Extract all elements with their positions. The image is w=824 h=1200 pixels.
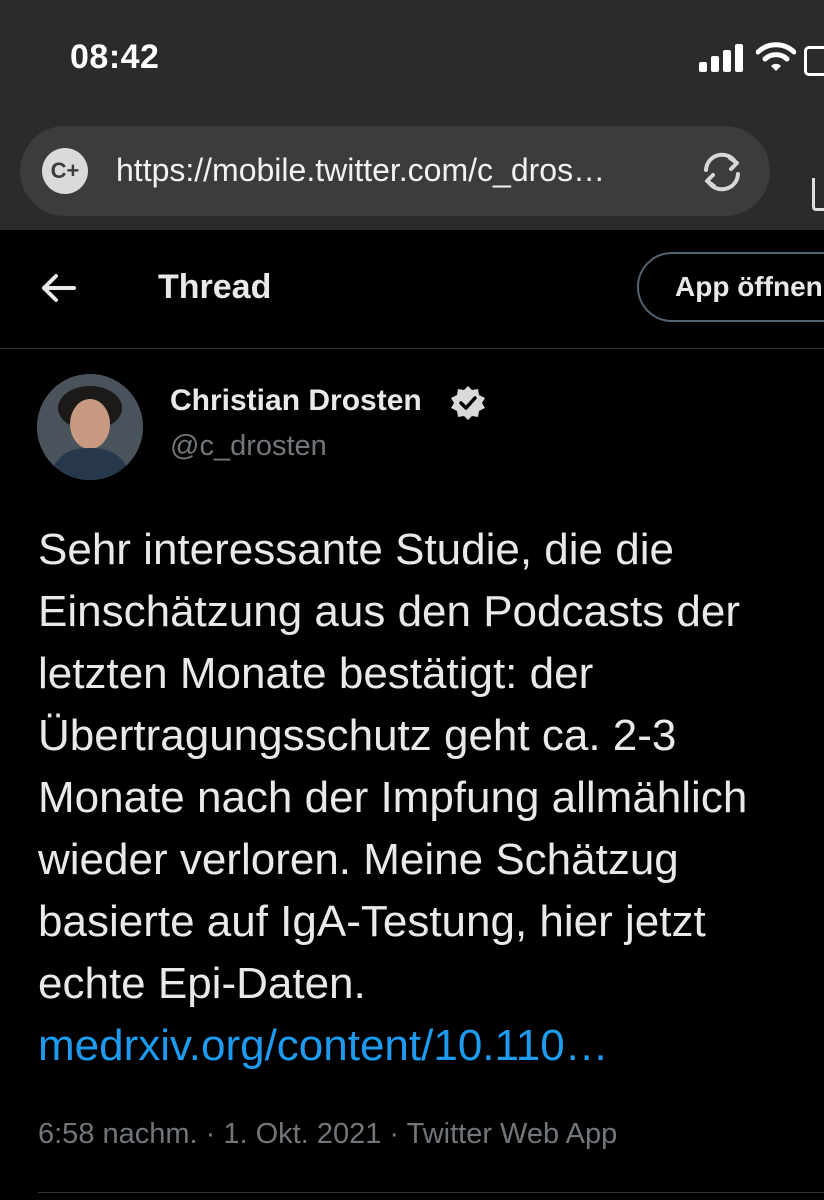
status-time: 08:42 [70, 38, 160, 76]
author-name[interactable]: Christian Drosten [170, 384, 422, 418]
tweet-text-line: basierte auf IgA-Testung, hier jetzt [38, 897, 706, 946]
status-icons [684, 42, 824, 76]
open-app-label: App öffnen [675, 271, 823, 302]
wifi-icon [756, 42, 796, 71]
site-info-icon[interactable]: C+ [42, 148, 88, 194]
reload-icon[interactable] [696, 146, 748, 198]
tweet-text-line: Sehr interessante Studie, die die [38, 525, 674, 574]
address-bar[interactable]: C+ https://mobile.twitter.com/c_dros… [20, 126, 770, 216]
url-text[interactable]: https://mobile.twitter.com/c_dros… [116, 152, 605, 189]
tweet-text-line: Einschätzung aus den Podcasts der [38, 587, 741, 636]
author-handle[interactable]: @c_drosten [170, 430, 327, 463]
status-bar: 08:42 [0, 0, 824, 118]
avatar-image [37, 374, 143, 480]
avatar[interactable] [37, 374, 143, 480]
tweet-text-line: Übertragungsschutz geht ca. 2-3 [38, 711, 677, 760]
thread-header: Thread App öffnen [0, 230, 824, 349]
tweet-timestamp[interactable]: 6:58 nachm. · 1. Okt. 2021 · Twitter Web… [38, 1118, 617, 1151]
verified-badge-icon [451, 386, 485, 420]
browser-toolbar: C+ https://mobile.twitter.com/c_dros… [0, 118, 824, 230]
tweet-text-line: Monate nach der Impfung allmählich [38, 773, 748, 822]
tweet-text-line: letzten Monate bestätigt: der [38, 649, 594, 698]
cellular-signal-icon [699, 42, 749, 72]
tweet-text-line: wieder verloren. Meine Schätzug [38, 835, 679, 884]
divider [38, 1192, 824, 1193]
open-app-button[interactable]: App öffnen [637, 252, 824, 322]
battery-icon [804, 46, 824, 76]
back-arrow-icon[interactable] [40, 272, 76, 304]
page-title: Thread [158, 268, 272, 306]
tweet-link[interactable]: medrxiv.org/content/10.110… [38, 1015, 824, 1077]
tweet-text-line: echte Epi-Daten. [38, 959, 366, 1008]
tabs-icon[interactable] [812, 178, 824, 211]
tweet-body: Sehr interessante Studie, die die Einsch… [38, 519, 824, 1077]
